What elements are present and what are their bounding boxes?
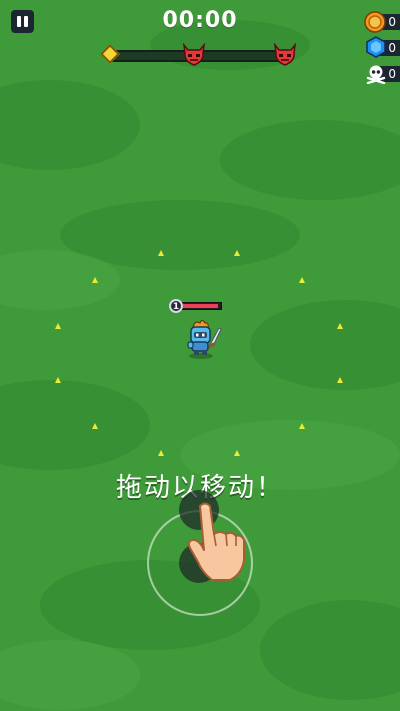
xp-marker xyxy=(337,377,343,383)
pointing-hand-icon xyxy=(187,502,245,581)
xp-marker xyxy=(299,277,305,283)
boss-skull-icon xyxy=(182,43,206,66)
player-health-fill xyxy=(183,304,219,308)
xp-marker xyxy=(92,277,98,283)
xp-marker xyxy=(234,250,240,256)
xp-marker xyxy=(299,423,305,429)
survival-timer: 00:00 xyxy=(162,8,238,33)
xp-marker xyxy=(158,450,164,456)
boss-skull-icon xyxy=(273,43,297,66)
xp-marker xyxy=(234,450,240,456)
xp-marker xyxy=(158,250,164,256)
xp-marker xyxy=(92,423,98,429)
player-level-badge: 1 xyxy=(169,299,183,313)
player-knight-character xyxy=(187,319,222,359)
player-health-bar xyxy=(181,302,222,310)
xp-marker xyxy=(55,377,61,383)
xp-marker xyxy=(55,323,61,329)
gold-coin-icon xyxy=(364,11,386,33)
xp-marker xyxy=(337,323,343,329)
skull-crossbones-icon xyxy=(366,65,386,84)
blue-gem-icon xyxy=(366,36,386,58)
